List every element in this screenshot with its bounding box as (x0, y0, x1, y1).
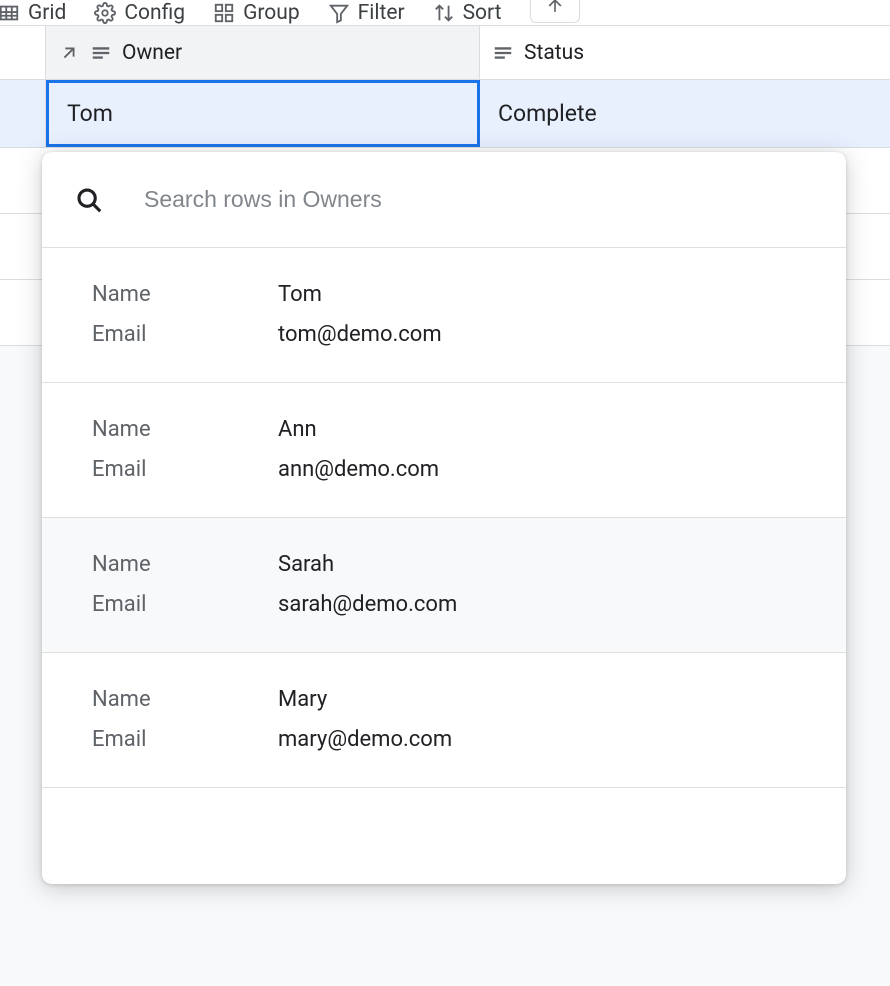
field-label-email: Email (42, 727, 228, 752)
column-header-status[interactable]: Status (480, 26, 890, 79)
group-label: Group (243, 1, 300, 25)
filter-label: Filter (358, 1, 405, 25)
filter-icon (328, 2, 350, 24)
table-row[interactable]: Tom Complete (0, 80, 890, 148)
field-value-email: tom@demo.com (228, 322, 442, 347)
field-label-name: Name (42, 282, 228, 307)
lookup-dropdown: NameTomEmailtom@demo.comNameAnnEmailann@… (42, 152, 846, 884)
sort-button[interactable]: Sort (433, 1, 502, 25)
field-label-email: Email (42, 592, 228, 617)
field-value-email: mary@demo.com (228, 727, 452, 752)
group-icon (213, 2, 235, 24)
field-label-email: Email (42, 457, 228, 482)
lookup-option[interactable]: NameTomEmailtom@demo.com (42, 248, 846, 383)
cell-value: Complete (498, 100, 597, 127)
lookup-option[interactable]: NameAnnEmailann@demo.com (42, 383, 846, 518)
field-value-name: Ann (228, 417, 317, 442)
lookup-option[interactable]: NameSarahEmailsarah@demo.com (42, 518, 846, 653)
dropdown-footer (42, 788, 846, 884)
group-button[interactable]: Group (213, 1, 300, 25)
field-value-name: Mary (228, 687, 327, 712)
lookup-option[interactable]: NameMaryEmailmary@demo.com (42, 653, 846, 788)
search-input[interactable] (144, 186, 814, 213)
column-header-owner[interactable]: Owner (46, 26, 480, 79)
sort-label: Sort (463, 1, 502, 25)
field-value-name: Tom (228, 282, 322, 307)
gear-icon (94, 2, 116, 24)
view-switch[interactable]: Grid (0, 1, 66, 25)
row-handle-header (0, 26, 46, 79)
grid-view-icon (0, 2, 20, 24)
cell-owner-active[interactable]: Tom (46, 80, 480, 147)
row-handle[interactable] (0, 80, 46, 147)
upload-icon (545, 0, 565, 16)
field-label-name: Name (42, 687, 228, 712)
column-header-label: Status (524, 41, 584, 65)
field-value-name: Sarah (228, 552, 334, 577)
dropdown-search-bar (42, 152, 846, 248)
upload-button[interactable] (530, 0, 580, 23)
search-icon (74, 185, 104, 215)
column-header-label: Owner (122, 41, 182, 65)
field-label-name: Name (42, 417, 228, 442)
cell-value: Tom (67, 100, 113, 127)
filter-button[interactable]: Filter (328, 1, 405, 25)
text-column-icon (492, 42, 514, 64)
field-value-email: sarah@demo.com (228, 592, 457, 617)
config-label: Config (124, 1, 185, 25)
cell-status[interactable]: Complete (480, 80, 890, 147)
toolbar: Grid Config Group Filter Sort (0, 0, 890, 26)
header-row: Owner Status (0, 26, 890, 80)
sort-icon (433, 2, 455, 24)
text-column-icon (90, 42, 112, 64)
config-button[interactable]: Config (94, 1, 185, 25)
field-value-email: ann@demo.com (228, 457, 439, 482)
view-label: Grid (28, 1, 66, 25)
link-out-icon (58, 42, 80, 64)
field-label-email: Email (42, 322, 228, 347)
field-label-name: Name (42, 552, 228, 577)
